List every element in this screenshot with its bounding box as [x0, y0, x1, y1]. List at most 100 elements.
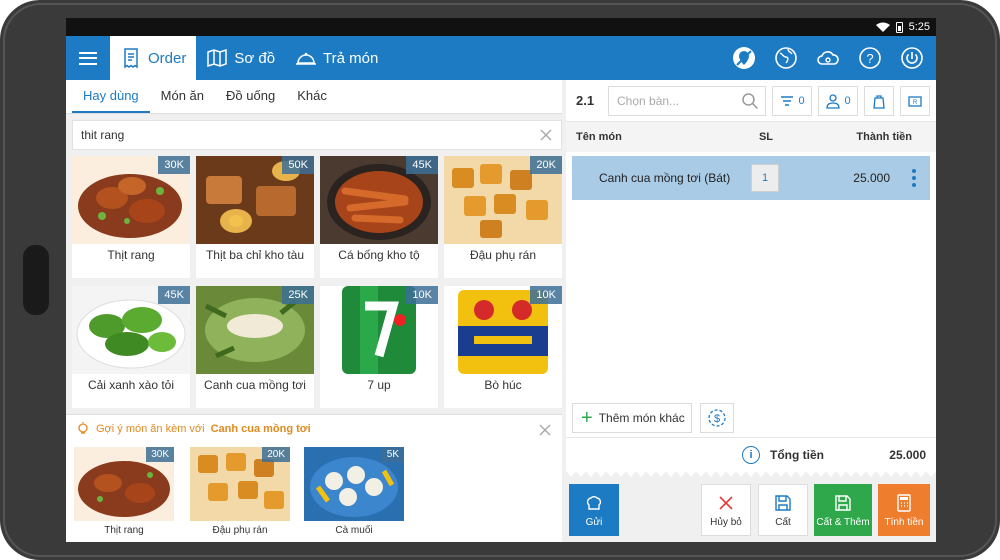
suggestion-item[interactable]: 20K Đậu phụ rán — [190, 447, 290, 537]
filter-count: 0 — [798, 94, 805, 107]
info-icon[interactable]: i — [742, 445, 760, 464]
col-name: Tên món — [576, 131, 622, 143]
menu-item[interactable]: 45K Cải xanh xào tỏi — [72, 286, 190, 408]
menu-item[interactable]: 10K Bò húc — [444, 286, 562, 408]
dish-photo: 30K — [74, 447, 174, 521]
dish-name: Cà muối — [335, 525, 373, 536]
menu-button[interactable] — [66, 36, 110, 80]
home-key[interactable] — [23, 245, 49, 315]
guest-button[interactable]: 0 — [818, 85, 858, 116]
add-other-dish-button[interactable]: + Thêm món khác — [572, 403, 692, 433]
cancel-button[interactable]: Hủy bỏ — [701, 484, 751, 536]
app-screen: 5:25 Order Sơ đồ Trả món ? Hay dùng Món … — [66, 18, 936, 542]
dish-photo: 20K — [190, 447, 290, 521]
svg-text:$: $ — [714, 413, 720, 425]
category-tab-food[interactable]: Món ăn — [150, 80, 215, 113]
suggestion-item[interactable]: 5K Cà muối — [304, 447, 404, 537]
dish-name: 7 up — [367, 378, 391, 392]
svg-text:?: ? — [866, 51, 873, 66]
location-off-button[interactable] — [730, 44, 758, 72]
svg-text:R: R — [913, 100, 918, 106]
total-label: Tổng tiền — [770, 447, 824, 462]
quantity-button[interactable]: 1 — [751, 164, 779, 192]
price-badge: 10K — [406, 286, 438, 304]
currency-icon: $ — [708, 409, 726, 427]
more-icon[interactable] — [912, 169, 916, 187]
filter-icon — [781, 95, 794, 106]
tab-order[interactable]: Order — [110, 36, 197, 80]
menu-item[interactable]: 30K Thịt rang — [72, 156, 190, 278]
category-tab-drinks[interactable]: Đồ uống — [215, 80, 286, 113]
tab-floor-map[interactable]: Sơ đồ — [196, 36, 285, 80]
language-button[interactable] — [772, 44, 800, 72]
save-button[interactable]: Cất — [758, 484, 808, 536]
tablet-frame: 5:25 Order Sơ đồ Trả món ? Hay dùng Món … — [0, 0, 1000, 560]
search-input[interactable]: thit rang — [72, 120, 562, 150]
table-picker[interactable]: Chọn bàn... — [608, 85, 766, 116]
pay-button[interactable]: Tính tiền — [878, 484, 930, 536]
price-badge: 30K — [146, 447, 174, 462]
save-add-button[interactable]: Cất & Thêm — [814, 484, 872, 536]
reservation-button[interactable]: R — [900, 85, 930, 116]
tab-return-dish-label: Trả món — [323, 49, 379, 67]
save-label: Cất — [775, 516, 791, 528]
dish-name: Cá bống kho tộ — [338, 248, 420, 262]
table-number: 2.1 — [576, 93, 595, 108]
top-nav: Order Sơ đồ Trả món ? — [66, 36, 936, 80]
menu-item[interactable]: 10K 7 up — [320, 286, 438, 408]
currency-button[interactable]: $ — [700, 403, 734, 433]
receipt-icon — [124, 48, 138, 69]
dish-name: Bò húc — [484, 378, 522, 392]
save-add-label: Cất & Thêm — [816, 516, 870, 528]
top-icon-group: ? — [730, 44, 936, 72]
dish-name: Đậu phụ rán — [469, 248, 537, 262]
sync-button[interactable] — [814, 44, 842, 72]
map-icon — [207, 48, 228, 68]
price-badge: 10K — [530, 286, 562, 304]
battery-icon — [895, 21, 903, 33]
takeaway-button[interactable] — [864, 85, 894, 116]
suggestion-item[interactable]: 30K Thịt rang — [74, 447, 174, 537]
send-button[interactable]: Gửi — [569, 484, 619, 536]
menu-item[interactable]: 50K Thịt ba chỉ kho tàu — [196, 156, 314, 278]
power-button[interactable] — [898, 44, 926, 72]
search-icon — [742, 92, 759, 109]
menu-item[interactable]: 25K Canh cua mồng tơi — [196, 286, 314, 408]
filter-button[interactable]: 0 — [772, 85, 812, 116]
clock: 5:25 — [908, 21, 930, 33]
send-label: Gửi — [585, 516, 603, 528]
person-icon — [826, 93, 841, 109]
calculator-icon — [897, 493, 911, 512]
price-badge: 45K — [406, 156, 438, 174]
dish-name: Thịt ba chỉ kho tàu — [205, 248, 305, 262]
dish-name: Thịt rang — [104, 525, 144, 536]
total-value: 25.000 — [889, 447, 926, 462]
suggestion-panel: Gợi ý món ăn kèm với Canh cua mồng tơi 3… — [66, 414, 562, 542]
category-tab-favorites[interactable]: Hay dùng — [72, 80, 150, 113]
order-item-total: 25.000 — [853, 171, 890, 185]
order-panel: 2.1 Chọn bàn... 0 0 R Tên món SL Thành t… — [566, 80, 936, 542]
price-badge: 20K — [262, 447, 290, 462]
cloche-icon — [296, 52, 317, 65]
menu-item[interactable]: 20K Đậu phụ rán — [444, 156, 562, 278]
menu-item[interactable]: 45K Cá bống kho tộ — [320, 156, 438, 278]
clear-icon[interactable] — [539, 128, 553, 142]
help-button[interactable]: ? — [856, 44, 884, 72]
order-row[interactable]: Canh cua mồng tơi (Bát) 1 25.000 — [572, 156, 930, 200]
tab-order-label: Order — [148, 49, 187, 67]
dish-name: Thịt rang — [107, 248, 155, 262]
cancel-label: Hủy bỏ — [710, 516, 742, 528]
category-tab-other[interactable]: Khác — [286, 80, 338, 113]
order-header: 2.1 Chọn bàn... 0 0 R — [566, 80, 936, 122]
price-badge: 20K — [530, 156, 562, 174]
close-icon — [719, 495, 733, 510]
tab-return-dish[interactable]: Trả món — [285, 36, 388, 80]
lightbulb-icon — [78, 422, 88, 434]
ticket-icon: R — [908, 95, 922, 107]
suggestion-prefix: Gợi ý món ăn kèm với — [96, 423, 205, 435]
globe-icon — [775, 47, 797, 69]
guest-count: 0 — [844, 94, 851, 107]
close-icon[interactable] — [538, 423, 552, 437]
dish-photo: 5K — [304, 447, 404, 521]
chef-icon — [586, 495, 602, 510]
